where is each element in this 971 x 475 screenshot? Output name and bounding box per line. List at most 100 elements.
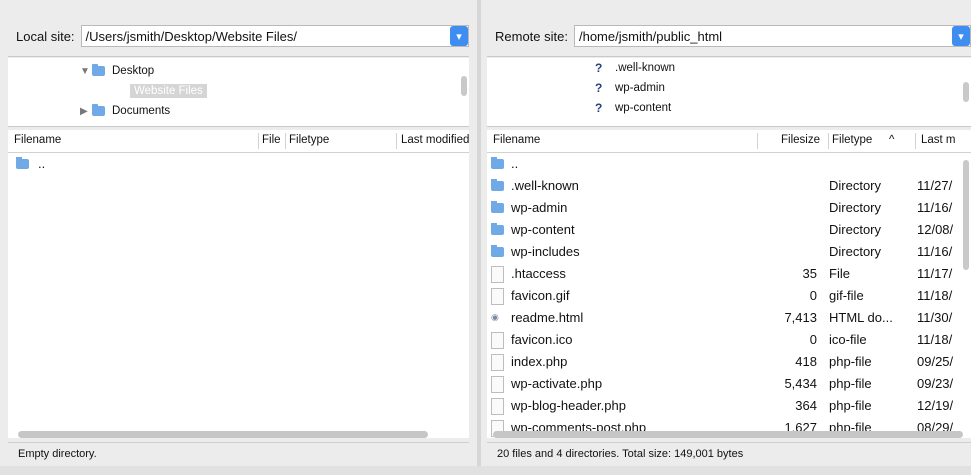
table-row[interactable]: .. (8, 153, 469, 175)
file-modified: 09/23/ (917, 376, 954, 391)
bottom-panel-edge (0, 466, 971, 475)
folder-icon (491, 201, 504, 213)
tree-item-label: Desktop (112, 65, 155, 77)
remote-file-list[interactable]: Filename Filesize Filetype ^ Last m .. .w… (487, 130, 971, 438)
folder-icon (16, 157, 29, 169)
question-icon: ? (595, 101, 603, 115)
file-size: 364 (795, 398, 817, 413)
local-status-bar: Empty directory. (8, 442, 469, 465)
remote-directory-tree[interactable]: ? .well-known ? wp-admin ? wp-content (487, 58, 971, 127)
file-name: wp-admin (511, 200, 568, 215)
file-modified: 11/18/ (917, 288, 953, 303)
local-status-text: Empty directory. (18, 448, 97, 460)
file-type: php-file (829, 376, 872, 391)
table-row[interactable]: wp-content Directory 12/08/ (487, 219, 971, 241)
column-filetype[interactable]: Filetype (289, 134, 329, 146)
file-modified: 11/16/ (917, 244, 953, 259)
file-modified: 12/08/ (917, 222, 954, 237)
table-row[interactable]: .htaccess 35 File 11/17/ (487, 263, 971, 285)
table-row[interactable]: .. (487, 153, 971, 175)
html-file-icon: ◉ (491, 312, 499, 322)
remote-file-list-header: Filename Filesize Filetype ^ Last m (487, 130, 971, 153)
column-filename[interactable]: Filename (14, 134, 61, 146)
remote-status-text: 20 files and 4 directories. Total size: … (497, 448, 744, 460)
column-filesize[interactable]: File (262, 134, 281, 146)
column-filetype[interactable]: Filetype (832, 134, 872, 146)
file-icon (491, 376, 504, 393)
file-size: 418 (795, 354, 817, 369)
table-row[interactable]: wp-activate.php 5,434 php-file 09/23/ (487, 373, 971, 395)
table-row[interactable]: index.php 418 php-file 09/25/ (487, 351, 971, 373)
local-directory-tree[interactable]: ▼ Desktop Website Files ▶ Documents (8, 58, 469, 127)
tree-item-wp-admin[interactable]: ? wp-admin (595, 78, 665, 98)
file-name: wp-activate.php (511, 376, 603, 391)
file-name: readme.html (511, 310, 584, 325)
file-modified: 11/30/ (917, 310, 953, 325)
folder-icon (92, 64, 105, 76)
local-file-list[interactable]: Filename File Filetype Last modified .. (8, 130, 469, 438)
local-site-path-input[interactable]: /Users/jsmith/Desktop/Website Files/ ▾ (80, 25, 469, 47)
file-icon (491, 332, 504, 349)
file-size: 0 (809, 288, 817, 303)
column-filesize[interactable]: Filesize (781, 134, 820, 146)
file-name: .htaccess (511, 266, 566, 281)
tree-item-well-known[interactable]: ? .well-known (595, 58, 675, 78)
chevron-down-icon[interactable]: ▾ (952, 26, 970, 46)
remote-horizontal-scrollbar[interactable] (493, 431, 963, 438)
local-site-path: /Users/jsmith/Desktop/Website Files/ (85, 28, 297, 44)
file-modified: 11/16/ (917, 200, 953, 215)
file-size: 0 (809, 332, 817, 347)
table-row[interactable]: ◉ readme.html 7,413 HTML do... 11/30/ (487, 307, 971, 329)
file-name: .well-known (511, 178, 579, 193)
tree-item-label: wp-content (615, 102, 672, 114)
file-name: wp-content (511, 222, 575, 237)
remote-site-label: Remote site: (495, 28, 568, 44)
remote-pane: Remote site: /home/jsmith/public_html ▾ … (481, 0, 971, 475)
file-icon (491, 354, 504, 371)
file-type: ico-file (829, 332, 867, 347)
column-last-modified[interactable]: Last m (921, 134, 956, 146)
table-row[interactable]: .well-known Directory 11/27/ (487, 175, 971, 197)
table-row[interactable]: wp-admin Directory 11/16/ (487, 197, 971, 219)
column-filename[interactable]: Filename (493, 134, 540, 146)
file-type: Directory (829, 200, 882, 215)
tree-scrollbar[interactable] (461, 76, 467, 96)
table-row[interactable]: wp-includes Directory 11/16/ (487, 241, 971, 263)
file-name: favicon.ico (511, 332, 573, 347)
chevron-down-icon[interactable]: ▾ (450, 26, 468, 46)
folder-icon (491, 245, 504, 257)
file-type: File (829, 266, 850, 281)
local-file-list-header: Filename File Filetype Last modified (8, 130, 469, 153)
collapse-triangle-icon[interactable]: ▶ (80, 106, 92, 117)
remote-site-path-input[interactable]: /home/jsmith/public_html ▾ (573, 25, 971, 47)
question-icon: ? (595, 61, 603, 75)
file-type: Directory (829, 178, 882, 193)
folder-icon (491, 157, 504, 169)
tree-item-label: wp-admin (615, 82, 665, 94)
remote-site-path: /home/jsmith/public_html (578, 28, 723, 44)
local-site-label: Local site: (16, 28, 75, 44)
tree-item-desktop[interactable]: ▼ Desktop (80, 61, 154, 81)
tree-item-documents[interactable]: ▶ Documents (80, 101, 170, 121)
file-name: wp-blog-header.php (511, 398, 626, 413)
tree-item-website-files[interactable]: Website Files (130, 81, 207, 101)
tree-item-wp-content[interactable]: ? wp-content (595, 98, 671, 118)
column-last-modified[interactable]: Last modified (401, 134, 469, 146)
expand-triangle-icon[interactable]: ▼ (80, 66, 92, 77)
file-type: php-file (829, 354, 872, 369)
tree-item-label: Website Files (130, 84, 207, 98)
table-row[interactable]: wp-blog-header.php 364 php-file 12/19/ (487, 395, 971, 417)
local-horizontal-scrollbar[interactable] (18, 431, 428, 438)
file-icon (491, 398, 504, 415)
table-row[interactable]: favicon.ico 0 ico-file 11/18/ (487, 329, 971, 351)
tree-scrollbar[interactable] (963, 82, 969, 102)
file-modified: 11/18/ (917, 332, 953, 347)
file-type: Directory (829, 244, 882, 259)
file-type: HTML do... (829, 310, 893, 325)
table-row[interactable]: favicon.gif 0 gif-file 11/18/ (487, 285, 971, 307)
remote-vertical-scrollbar[interactable] (963, 160, 969, 270)
tree-item-label: .well-known (615, 62, 676, 74)
file-name: .. (511, 156, 519, 171)
folder-icon (491, 223, 504, 235)
tree-item-label: Documents (112, 105, 171, 117)
